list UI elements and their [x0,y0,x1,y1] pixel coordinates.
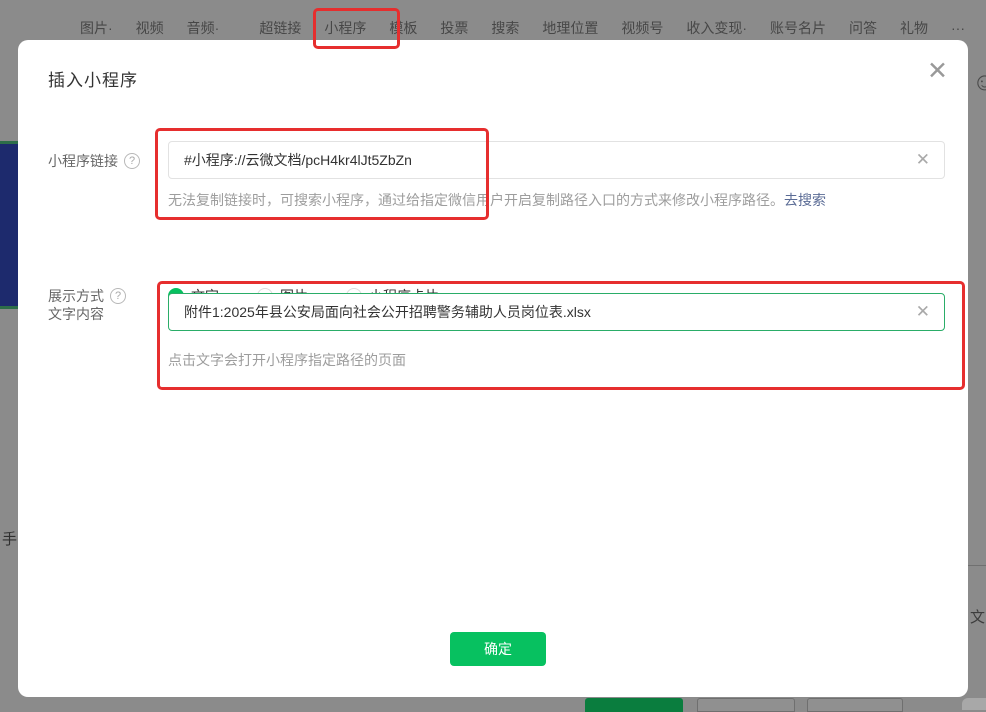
link-hint-text: 无法复制链接时，可搜索小程序，通过给指定微信用户开启复制路径入口的方式来修改小程… [168,192,784,208]
toolbar-item-template[interactable]: 模板 [389,18,417,38]
display-mode-label-text: 展示方式 [48,286,104,306]
toolbar-item-vote[interactable]: 投票 [440,18,468,38]
text-content-hint: 点击文字会打开小程序指定路径的页面 [168,350,406,370]
background-publish-button [585,698,683,712]
clear-icon[interactable]: ✕ [912,302,944,322]
toolbar-item-channels[interactable]: 视频号 [621,18,663,38]
background-secondary-button [697,698,795,712]
toolbar-item-location[interactable]: 地理位置 [542,18,598,38]
toolbar-item-monetize[interactable]: 收入变现· [686,18,747,38]
toolbar-item-video[interactable]: 视频 [136,18,164,38]
link-hint: 无法复制链接时，可搜索小程序，通过给指定微信用户开启复制路径入口的方式来修改小程… [168,190,826,210]
background-divider [968,565,986,566]
help-icon[interactable]: ? [110,288,126,304]
background-cover-image [0,141,18,309]
background-secondary-button [807,698,903,712]
clear-icon[interactable]: ✕ [912,150,944,170]
close-icon[interactable]: ✕ [927,58,948,83]
toolbar-item-hyperlink[interactable]: 超链接 [259,18,301,38]
emoji-icon: ☺ [972,68,986,97]
help-icon[interactable]: ? [124,153,140,169]
miniprogram-link-field: ✕ [168,141,945,179]
toolbar-item-audio[interactable]: 音频· [187,18,220,38]
text-content-field: ✕ [168,293,945,331]
miniprogram-link-label: 小程序链接 ? [48,151,140,171]
miniprogram-link-label-text: 小程序链接 [48,151,118,171]
toolbar-item-miniprogram[interactable]: 小程序 [324,18,366,38]
text-content-input[interactable] [169,304,912,320]
toolbar-item-more[interactable]: ··· [951,20,965,36]
text-content-label: 文字内容 [48,304,104,324]
go-search-link[interactable]: 去搜索 [784,192,826,208]
toolbar-item-image[interactable]: 图片· [80,18,113,38]
insert-miniprogram-dialog: 插入小程序 ✕ 小程序链接 ? ✕ 无法复制链接时，可搜索小程序，通过给指定微信… [18,40,968,697]
toolbar-item-search[interactable]: 搜索 [491,18,519,38]
confirm-button[interactable]: 确定 [450,632,546,666]
text-content-label-text: 文字内容 [48,304,104,324]
toolbar-item-gift[interactable]: 礼物 [900,18,928,38]
background-left-text: 手 [2,528,17,549]
toolbar-item-qa[interactable]: 问答 [849,18,877,38]
background-right-text: 文 [970,606,985,627]
miniprogram-link-input[interactable] [169,152,912,168]
toolbar-item-account-card[interactable]: 账号名片 [770,18,826,38]
dialog-title: 插入小程序 [48,66,138,91]
display-mode-label: 展示方式 ? [48,286,126,306]
background-corner-widget [962,698,986,710]
